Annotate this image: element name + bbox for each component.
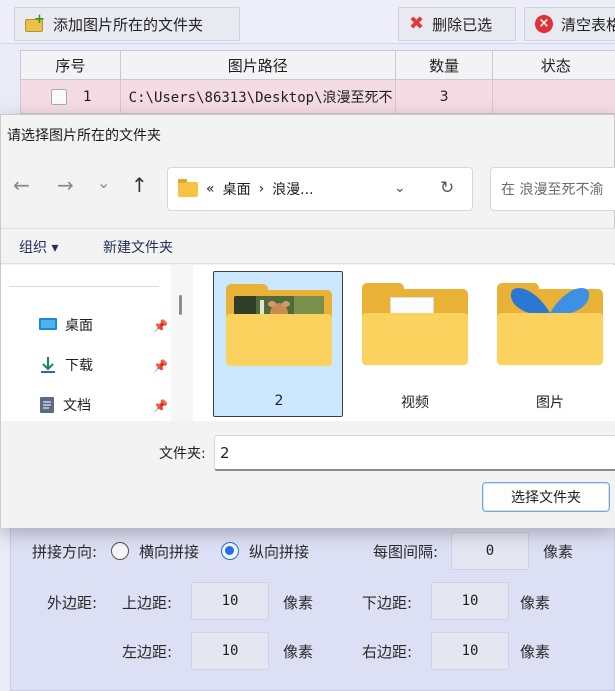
organize-menu[interactable]: 组织 ▾ xyxy=(19,237,58,257)
refresh-icon[interactable]: ↻ xyxy=(440,178,454,198)
back-arrow-icon[interactable]: ← xyxy=(13,175,30,195)
row-index-cell: 1 xyxy=(21,80,121,113)
top-margin-input[interactable]: 10 xyxy=(191,582,269,620)
download-icon xyxy=(41,357,55,373)
nav-scrollbar[interactable] xyxy=(171,265,193,421)
up-arrow-icon[interactable]: ↑ xyxy=(131,175,148,195)
outer-margin-label: 外边距: xyxy=(47,594,98,612)
navigation-pane: 桌面 📌 下载 📌 文档 📌 xyxy=(1,265,171,421)
breadcrumb-separator: › xyxy=(258,181,265,197)
folder-name-input[interactable]: 2 xyxy=(214,435,615,471)
sidebar-item-downloads[interactable]: 下载 xyxy=(39,355,93,375)
folder-add-icon: + xyxy=(25,13,45,33)
nav-divider xyxy=(9,286,159,287)
left-margin-unit: 像素 xyxy=(283,643,314,661)
desktop-icon xyxy=(39,318,57,330)
folder-name: 视频 xyxy=(401,395,429,411)
right-margin-unit: 像素 xyxy=(520,643,551,661)
app-toolbar: + 添加图片所在的文件夹 ✖ 删除已选 × 清空表格 xyxy=(0,0,615,44)
image-folder-table: 序号 图片路径 数量 状态 1 C:\Users\86313\Desktop\浪… xyxy=(20,50,615,114)
spacing-input[interactable]: 0 xyxy=(451,532,529,570)
search-input[interactable]: 在 浪漫至死不渝 xyxy=(490,167,615,211)
left-margin-input[interactable]: 10 xyxy=(191,632,269,670)
vertical-label[interactable]: 纵向拼接 xyxy=(249,541,309,562)
bottom-margin-unit: 像素 xyxy=(520,594,551,612)
folder-name: 2 xyxy=(274,393,284,409)
right-margin-label: 右边距: xyxy=(362,643,413,661)
new-folder-button[interactable]: 新建文件夹 xyxy=(103,237,173,257)
sidebar-item-label: 文档 xyxy=(63,398,91,414)
right-margin-input[interactable]: 10 xyxy=(431,632,509,670)
select-folder-button[interactable]: 选择文件夹 xyxy=(482,482,610,512)
delete-selected-label: 删除已选 xyxy=(432,15,493,34)
folder-thumbnail-icon xyxy=(226,284,332,366)
file-browser: 桌面 📌 下载 📌 文档 📌 2 视频 图片 xyxy=(1,265,615,421)
table-row[interactable]: 1 C:\Users\86313\Desktop\浪漫至死不 3 xyxy=(20,80,615,114)
row-checkbox[interactable] xyxy=(51,88,67,105)
pin-icon[interactable]: 📌 xyxy=(153,359,168,373)
sidebar-item-documents[interactable]: 文档 xyxy=(39,395,91,415)
add-folder-button[interactable]: + 添加图片所在的文件夹 xyxy=(14,7,240,41)
left-margin-label: 左边距: xyxy=(122,643,173,661)
scrollbar-thumb[interactable] xyxy=(179,295,182,315)
header-status[interactable]: 状态 xyxy=(493,51,615,79)
bottom-margin-label: 下边距: xyxy=(362,594,413,612)
row-status xyxy=(493,80,615,113)
top-margin-label: 上边距: xyxy=(122,594,173,612)
settings-panel: 拼接方向: 横向拼接 纵向拼接 每图间隔: 0 像素 外边距: 上边距: 10 … xyxy=(10,522,615,691)
address-bar[interactable]: « 桌面 › 浪漫... ⌄ ↻ xyxy=(167,167,473,211)
document-icon xyxy=(40,397,54,413)
folder-tile-2[interactable]: 2 xyxy=(213,271,343,417)
sidebar-item-label: 下载 xyxy=(65,358,93,374)
row-index: 1 xyxy=(83,88,92,105)
folder-icon xyxy=(362,283,468,365)
direction-label: 拼接方向: xyxy=(32,543,98,561)
pin-icon[interactable]: 📌 xyxy=(153,399,168,413)
dialog-title: 请选择图片所在的文件夹 xyxy=(7,128,161,144)
folder-picker-dialog: 请选择图片所在的文件夹 ← → ⌄ ↑ « 桌面 › 浪漫... ⌄ ↻ 在 浪… xyxy=(0,114,615,528)
breadcrumb-overflow[interactable]: « xyxy=(206,181,215,197)
table-header: 序号 图片路径 数量 状态 xyxy=(20,50,615,80)
clear-table-label: 清空表格 xyxy=(561,15,615,34)
folder-tile-videos[interactable]: 视频 xyxy=(350,271,480,417)
folder-icon xyxy=(178,178,198,197)
delete-selected-button[interactable]: ✖ 删除已选 xyxy=(398,7,516,41)
command-bar: 组织 ▾ 新建文件夹 xyxy=(1,228,615,264)
folder-field-label: 文件夹: xyxy=(159,446,206,462)
breadcrumb: « 桌面 › 浪漫... xyxy=(206,179,314,199)
vertical-radio[interactable] xyxy=(221,542,239,560)
recent-locations-chevron-icon[interactable]: ⌄ xyxy=(97,173,110,193)
header-count[interactable]: 数量 xyxy=(396,51,494,79)
forward-arrow-icon[interactable]: → xyxy=(57,175,74,195)
clear-circle-icon: × xyxy=(535,15,553,33)
row-count: 3 xyxy=(396,80,494,113)
horizontal-label[interactable]: 横向拼接 xyxy=(139,541,199,562)
header-index[interactable]: 序号 xyxy=(21,51,121,79)
folder-name: 图片 xyxy=(536,395,564,411)
dialog-footer: 文件夹: 2 选择文件夹 xyxy=(1,421,615,528)
bottom-margin-input[interactable]: 10 xyxy=(431,582,509,620)
top-margin-unit: 像素 xyxy=(283,594,314,612)
clear-table-button[interactable]: × 清空表格 xyxy=(524,7,615,41)
breadcrumb-current[interactable]: 浪漫... xyxy=(272,179,313,199)
spacing-label: 每图间隔: xyxy=(373,543,439,561)
pin-icon[interactable]: 📌 xyxy=(153,319,168,333)
address-dropdown-icon[interactable]: ⌄ xyxy=(394,180,406,196)
add-folder-label: 添加图片所在的文件夹 xyxy=(53,15,204,34)
folder-icon xyxy=(497,283,603,365)
folder-tile-pictures[interactable]: 图片 xyxy=(485,271,615,417)
sidebar-item-desktop[interactable]: 桌面 xyxy=(39,315,93,335)
horizontal-radio[interactable] xyxy=(111,542,129,560)
row-path: C:\Users\86313\Desktop\浪漫至死不 xyxy=(121,80,396,113)
sidebar-item-label: 桌面 xyxy=(65,318,93,334)
spacing-unit: 像素 xyxy=(543,543,574,561)
header-path[interactable]: 图片路径 xyxy=(121,51,396,79)
delete-x-icon: ✖ xyxy=(409,13,425,34)
breadcrumb-desktop[interactable]: 桌面 xyxy=(223,179,251,199)
